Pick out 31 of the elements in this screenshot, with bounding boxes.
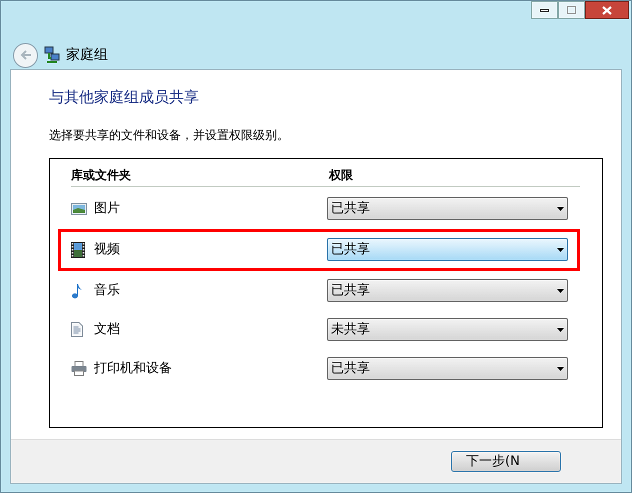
network-icon bbox=[44, 46, 60, 64]
caret-icon bbox=[557, 248, 564, 252]
permission-dropdown[interactable]: 已共享 bbox=[327, 357, 568, 380]
back-arrow-icon bbox=[20, 50, 32, 60]
folder-name: 文档 bbox=[94, 320, 121, 339]
caret-icon bbox=[557, 328, 564, 332]
picture-icon bbox=[71, 202, 87, 214]
caret-icon bbox=[557, 366, 564, 370]
music-note-icon bbox=[71, 282, 83, 298]
folder-name: 图片 bbox=[94, 200, 121, 218]
caret-icon bbox=[557, 206, 564, 210]
document-icon bbox=[71, 322, 83, 337]
permission-dropdown[interactable]: 已共享 bbox=[327, 197, 568, 220]
minimize-button[interactable] bbox=[531, 1, 558, 19]
instruction-text: 选择要共享的文件和设备，并设置权限级别。 bbox=[49, 126, 290, 144]
page-heading: 与其他家庭组成员共享 bbox=[49, 87, 200, 108]
folder-name: 视频 bbox=[94, 240, 121, 259]
close-icon bbox=[602, 6, 612, 14]
permission-dropdown[interactable]: 已共享 bbox=[327, 279, 568, 302]
permission-dropdown[interactable]: 未共享 bbox=[327, 318, 568, 341]
printer-icon bbox=[71, 361, 87, 376]
permission-dropdown[interactable]: 已共享 bbox=[327, 238, 568, 261]
close-button[interactable] bbox=[585, 1, 629, 19]
caret-icon bbox=[557, 288, 564, 292]
folder-name: 打印机和设备 bbox=[94, 360, 173, 378]
column-header: 库或文件夹 bbox=[71, 166, 132, 184]
folder-name: 音乐 bbox=[94, 282, 121, 300]
window-title: 家庭组 bbox=[66, 46, 108, 64]
film-icon bbox=[71, 242, 85, 258]
column-header: 权限 bbox=[329, 166, 353, 184]
next-button[interactable]: 下一步(N bbox=[451, 451, 561, 472]
